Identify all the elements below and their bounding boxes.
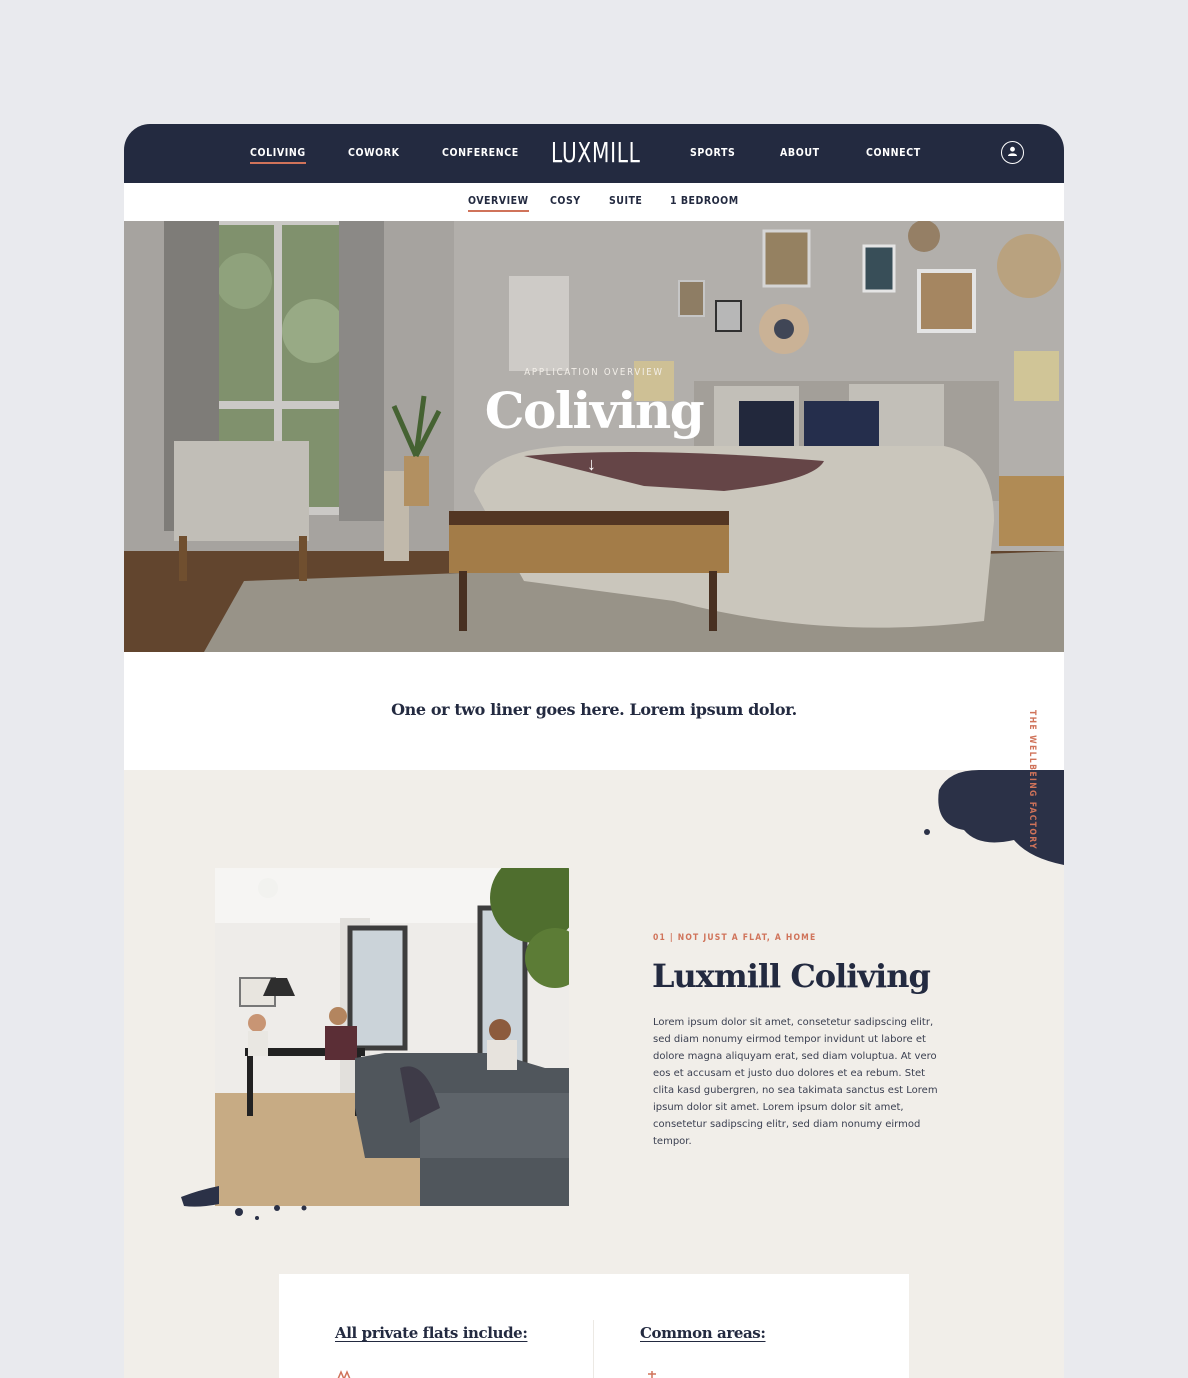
ink-brush-decoration	[181, 1186, 307, 1220]
nav-about[interactable]: ABOUT	[780, 147, 820, 159]
intro-tagline: One or two liner goes here. Lorem ipsum …	[391, 700, 797, 719]
nav-conference[interactable]: CONFERENCE	[442, 147, 519, 159]
tab-cosy[interactable]: COSY	[550, 195, 581, 207]
ink-splash-decoration	[924, 770, 1064, 865]
tab-1-bedroom[interactable]: 1 BEDROOM	[670, 195, 739, 207]
amenity-icon	[337, 1370, 351, 1378]
nav-connect[interactable]: CONNECT	[866, 147, 921, 159]
intro-section: One or two liner goes here. Lorem ipsum …	[124, 652, 1064, 770]
feature-title: Luxmill Coliving	[652, 957, 931, 995]
coliving-living-room-photo	[215, 868, 569, 1206]
user-icon	[1008, 146, 1017, 156]
amenities-card: All private flats include: Common areas:	[279, 1274, 909, 1378]
feature-eyebrow: 01 | NOT JUST A FLAT, A HOME	[653, 933, 817, 943]
luxmill-logo[interactable]: LUXMILL	[551, 136, 641, 169]
nav-sports[interactable]: SPORTS	[690, 147, 735, 159]
nav-coliving[interactable]: COLIVING	[250, 147, 306, 164]
private-flats-heading: All private flats include:	[335, 1324, 528, 1342]
tab-suite[interactable]: SUITE	[609, 195, 642, 207]
top-navigation: COLIVING COWORK CONFERENCE LUXMILL SPORT…	[124, 124, 1064, 183]
tab-overview[interactable]: OVERVIEW	[468, 195, 529, 212]
browser-frame: COLIVING COWORK CONFERENCE LUXMILL SPORT…	[124, 124, 1064, 1378]
hero-eyebrow: APPLICATION OVERVIEW	[524, 367, 664, 378]
feature-body: Lorem ipsum dolor sit amet, consetetur s…	[653, 1017, 938, 1147]
scroll-down-arrow-icon[interactable]: ↓	[587, 454, 596, 475]
common-area-icon	[648, 1371, 656, 1378]
wellbeing-factory-tag: THE WELLBEING FACTORY	[1027, 710, 1037, 850]
hero-title: Coliving	[484, 381, 705, 440]
nav-cowork[interactable]: COWORK	[348, 147, 400, 159]
card-divider	[593, 1320, 594, 1378]
common-areas-heading: Common areas:	[640, 1324, 766, 1342]
account-button[interactable]	[1001, 141, 1024, 164]
hero-banner: APPLICATION OVERVIEW Coliving ↓	[124, 221, 1064, 652]
sub-navigation: OVERVIEW COSY SUITE 1 BEDROOM	[124, 183, 1064, 221]
